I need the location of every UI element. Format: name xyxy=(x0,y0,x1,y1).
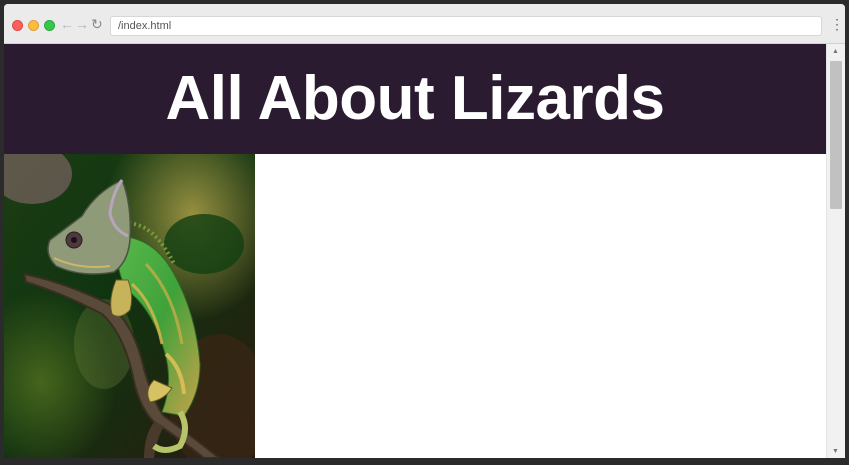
maximize-window-button[interactable] xyxy=(44,20,55,31)
arrow-right-icon: → xyxy=(75,16,89,32)
back-button[interactable]: ← xyxy=(60,15,74,33)
vertical-scrollbar[interactable]: ▲ ▼ xyxy=(826,44,845,458)
reload-icon: ↻ xyxy=(91,16,103,32)
forward-button[interactable]: → xyxy=(75,15,89,33)
arrow-left-icon: ← xyxy=(60,16,74,32)
address-text: /index.html xyxy=(118,20,172,32)
minimize-window-button[interactable] xyxy=(28,20,39,31)
address-bar[interactable]: /index.html xyxy=(110,16,822,36)
scroll-down-icon[interactable]: ▼ xyxy=(832,448,839,455)
scrollbar-thumb[interactable] xyxy=(830,61,842,209)
browser-toolbar: ← → ↻ /index.html ⋮ xyxy=(4,4,845,44)
chameleon-image xyxy=(4,154,255,458)
page-title: All About Lizards xyxy=(165,64,665,133)
scroll-up-icon[interactable]: ▲ xyxy=(832,48,839,55)
browser-window: ← → ↻ /index.html ⋮ All About Lizards ▲ … xyxy=(4,4,845,458)
page-header: All About Lizards xyxy=(4,44,826,154)
vertical-dots-icon: ⋮ xyxy=(830,16,844,32)
close-window-button[interactable] xyxy=(12,20,23,31)
reload-button[interactable]: ↻ xyxy=(91,15,103,33)
page-viewport: All About Lizards xyxy=(4,44,826,458)
browser-menu-button[interactable]: ⋮ xyxy=(830,16,844,32)
